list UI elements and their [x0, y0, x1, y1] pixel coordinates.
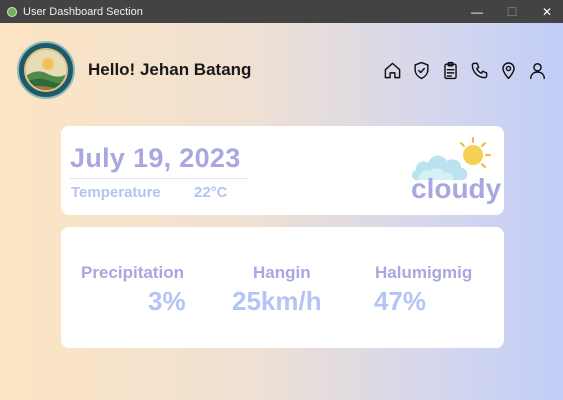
temperature-label: Temperature — [71, 184, 161, 201]
hangin-value: 25km/h — [232, 286, 322, 316]
temperature-value: 22°C — [194, 184, 228, 201]
clipboard-icon[interactable] — [440, 60, 460, 80]
greeting-text: Hello! Jehan Batang — [88, 60, 252, 79]
precipitation-label: Precipitation — [81, 263, 184, 282]
divider — [70, 178, 248, 179]
top-nav — [382, 60, 547, 80]
window-title: User Dashboard Section — [23, 5, 143, 18]
dashboard-main: Hello! Jehan Batang July 19, 2023 Temper… — [0, 23, 563, 400]
close-button[interactable]: ✕ — [531, 0, 563, 23]
condition-text: cloudy — [411, 173, 502, 204]
hangin-label: Hangin — [253, 263, 311, 282]
halumigmig-label: Halumigmig — [375, 263, 473, 282]
precipitation-value: 3% — [148, 286, 186, 316]
minimize-button[interactable]: — — [461, 0, 493, 23]
maximize-button[interactable]: ☐ — [496, 0, 528, 23]
window-titlebar: User Dashboard Section — ☐ ✕ — [0, 0, 563, 23]
weather-stats-card: Precipitation 3% Hangin 25km/h Halumigmi… — [61, 227, 504, 348]
user-icon[interactable] — [527, 60, 547, 80]
halumigmig-value: 47% — [374, 286, 427, 316]
location-pin-icon[interactable] — [498, 60, 518, 80]
app-icon — [7, 6, 17, 17]
shield-icon[interactable] — [411, 60, 431, 80]
window-controls: — ☐ ✕ — [461, 0, 563, 23]
weather-summary-card: July 19, 2023 Temperature 22°C cloudy — [61, 126, 504, 215]
logo-emblem — [24, 48, 68, 92]
home-icon[interactable] — [382, 60, 402, 80]
phone-icon[interactable] — [469, 60, 489, 80]
avatar[interactable] — [17, 41, 75, 99]
date-text: July 19, 2023 — [70, 143, 241, 173]
